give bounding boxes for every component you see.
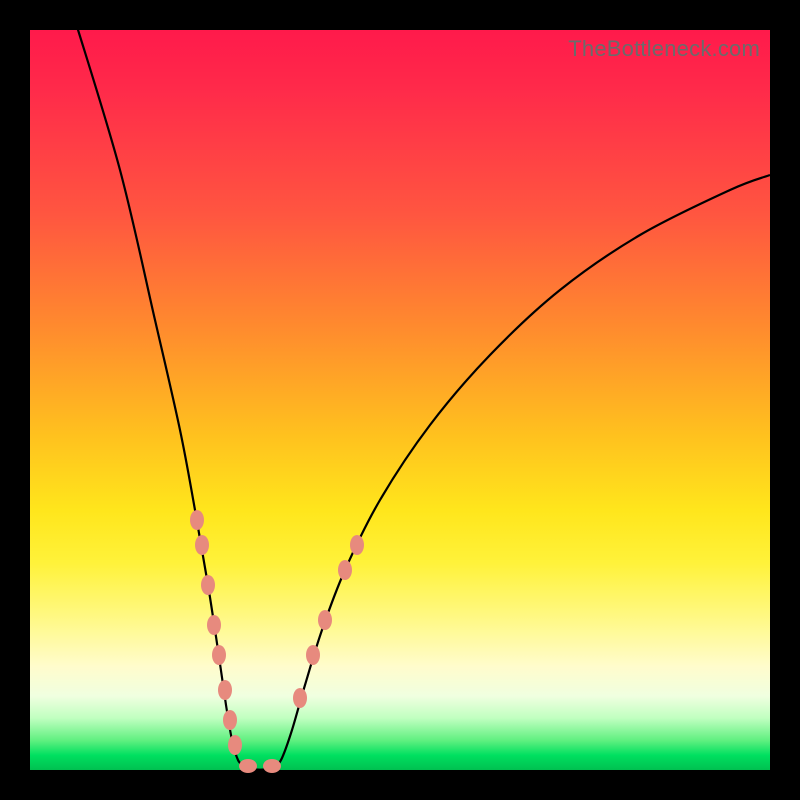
data-marker	[228, 735, 242, 755]
chart-area: TheBottleneck.com	[30, 30, 770, 770]
chart-overlay	[30, 30, 770, 770]
data-marker	[239, 759, 257, 773]
data-marker	[350, 535, 364, 555]
data-marker	[338, 560, 352, 580]
watermark-text: TheBottleneck.com	[568, 36, 760, 62]
data-marker	[306, 645, 320, 665]
data-marker	[201, 575, 215, 595]
data-marker	[190, 510, 204, 530]
data-marker	[318, 610, 332, 630]
data-marker	[223, 710, 237, 730]
data-marker	[207, 615, 221, 635]
data-marker	[293, 688, 307, 708]
data-marker	[195, 535, 209, 555]
curve-right	[275, 175, 770, 768]
data-marker	[263, 759, 281, 773]
data-marker	[212, 645, 226, 665]
data-marker	[218, 680, 232, 700]
